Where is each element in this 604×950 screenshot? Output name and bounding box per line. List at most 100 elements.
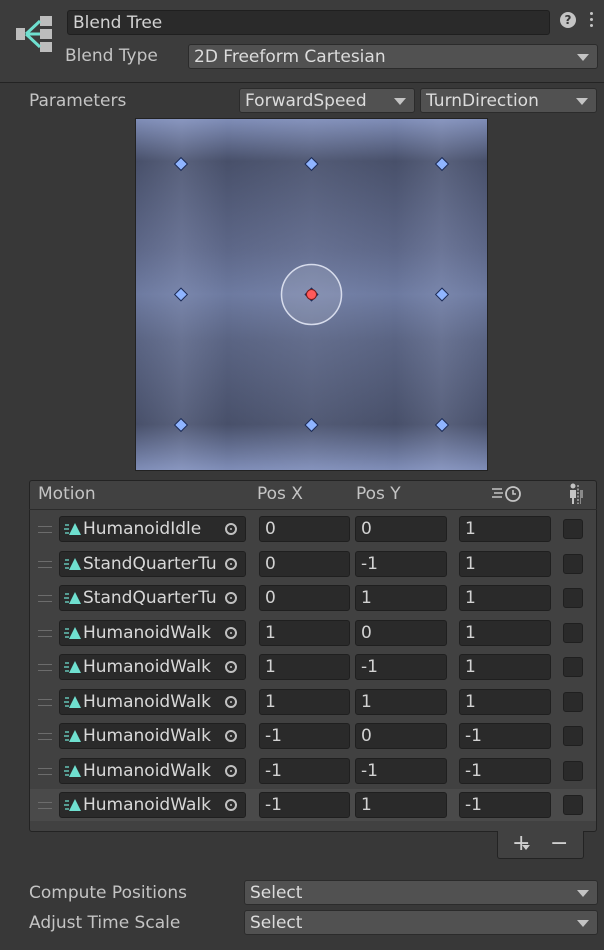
- object-picker-button[interactable]: [217, 724, 245, 748]
- pos-y-field[interactable]: 1: [355, 585, 447, 611]
- motion-object-field[interactable]: HumanoidWalk: [59, 723, 246, 749]
- adjust-time-scale-value: Select: [250, 912, 303, 933]
- motion-row[interactable]: HumanoidWalk -1 1 -1: [30, 789, 596, 821]
- motion-object-field[interactable]: HumanoidWalk: [59, 654, 246, 680]
- drag-handle[interactable]: [38, 526, 52, 533]
- motion-object-field[interactable]: StandQuarterTu: [59, 585, 246, 611]
- timescale-field[interactable]: -1: [459, 792, 551, 818]
- motion-object-field[interactable]: HumanoidWalk: [59, 792, 246, 818]
- mirror-checkbox[interactable]: [563, 726, 583, 746]
- object-picker-button[interactable]: [217, 586, 245, 610]
- pos-x-field[interactable]: -1: [259, 792, 350, 818]
- mirror-checkbox[interactable]: [563, 657, 583, 677]
- motion-object-field[interactable]: HumanoidWalk: [59, 620, 246, 646]
- motion-row[interactable]: HumanoidWalk -1 0 -1: [30, 720, 596, 752]
- pos-x-field[interactable]: -1: [259, 723, 350, 749]
- blend-space-graph[interactable]: [135, 118, 488, 471]
- motion-row[interactable]: HumanoidWalk 1 0 1: [30, 617, 596, 649]
- adjust-time-scale-dropdown[interactable]: Select: [244, 910, 598, 935]
- pos-x-field[interactable]: 0: [259, 516, 350, 542]
- motion-row[interactable]: StandQuarterTu 0 -1 1: [30, 548, 596, 580]
- object-picker-button[interactable]: [217, 793, 245, 817]
- blend-type-dropdown[interactable]: 2D Freeform Cartesian: [188, 44, 598, 69]
- timescale-field[interactable]: 1: [459, 654, 551, 680]
- drag-handle[interactable]: [38, 561, 52, 568]
- mirror-checkbox[interactable]: [563, 761, 583, 781]
- drag-handle[interactable]: [38, 699, 52, 706]
- motion-object-field[interactable]: HumanoidWalk: [59, 758, 246, 784]
- motion-object-field[interactable]: HumanoidIdle: [59, 516, 246, 542]
- blend-tree-name-field[interactable]: Blend Tree: [67, 10, 550, 35]
- parameter-y-dropdown[interactable]: TurnDirection: [420, 88, 597, 113]
- blend-point[interactable]: [434, 417, 450, 433]
- timescale-field[interactable]: 1: [459, 585, 551, 611]
- mirror-checkbox[interactable]: [563, 623, 583, 643]
- timescale-field[interactable]: 1: [459, 551, 551, 577]
- add-motion-button[interactable]: +: [512, 831, 530, 857]
- current-position-marker[interactable]: [306, 289, 317, 300]
- pos-x-field[interactable]: 1: [259, 620, 350, 646]
- pos-y-field[interactable]: 0: [355, 516, 447, 542]
- motion-object-field[interactable]: HumanoidWalk: [59, 689, 246, 715]
- object-picker-button[interactable]: [217, 655, 245, 679]
- pos-y-field[interactable]: 1: [355, 689, 447, 715]
- pos-y-field[interactable]: 1: [355, 792, 447, 818]
- timescale-field[interactable]: 1: [459, 516, 551, 542]
- blend-point[interactable]: [304, 156, 319, 172]
- animation-clip-icon: [64, 696, 81, 708]
- motion-row[interactable]: HumanoidIdle 0 0 1: [30, 513, 596, 545]
- compute-positions-label: Compute Positions: [29, 883, 187, 903]
- timescale-field[interactable]: 1: [459, 620, 551, 646]
- pos-x-field[interactable]: 1: [259, 654, 350, 680]
- timescale-field[interactable]: -1: [459, 723, 551, 749]
- blend-point[interactable]: [173, 287, 189, 302]
- object-picker-button[interactable]: [217, 690, 245, 714]
- mirror-checkbox[interactable]: [563, 519, 583, 539]
- blend-point[interactable]: [173, 156, 189, 172]
- drag-handle[interactable]: [38, 595, 52, 602]
- blend-point[interactable]: [173, 417, 189, 433]
- mirror-checkbox[interactable]: [563, 554, 583, 574]
- target-icon: [225, 799, 237, 811]
- object-picker-button[interactable]: [217, 552, 245, 576]
- drag-handle[interactable]: [38, 768, 52, 775]
- mirror-checkbox[interactable]: [563, 795, 583, 815]
- pos-x-field[interactable]: -1: [259, 758, 350, 784]
- drag-handle[interactable]: [38, 664, 52, 671]
- pos-y-field[interactable]: -1: [355, 551, 447, 577]
- question-icon[interactable]: ?: [560, 12, 576, 28]
- kebab-icon[interactable]: [590, 12, 594, 30]
- object-picker-button[interactable]: [217, 759, 245, 783]
- drag-handle[interactable]: [38, 630, 52, 637]
- motion-row[interactable]: StandQuarterTu 0 1 1: [30, 582, 596, 614]
- blend-point[interactable]: [304, 417, 319, 433]
- object-picker-button[interactable]: [217, 517, 245, 541]
- object-picker-button[interactable]: [217, 621, 245, 645]
- motion-row[interactable]: HumanoidWalk 1 1 1: [30, 686, 596, 718]
- pos-y-field[interactable]: 0: [355, 620, 447, 646]
- list-footer: + −: [497, 831, 584, 859]
- blend-point[interactable]: [434, 156, 450, 172]
- pos-y-field[interactable]: 0: [355, 723, 447, 749]
- pos-x-field[interactable]: 0: [259, 551, 350, 577]
- drag-handle[interactable]: [38, 733, 52, 740]
- drag-handle[interactable]: [38, 802, 52, 809]
- mirror-checkbox[interactable]: [563, 692, 583, 712]
- pos-y-field[interactable]: -1: [355, 654, 447, 680]
- mirror-checkbox[interactable]: [563, 588, 583, 608]
- compute-positions-dropdown[interactable]: Select: [244, 880, 598, 905]
- timescale-field[interactable]: -1: [459, 758, 551, 784]
- blend-point[interactable]: [434, 287, 450, 302]
- motion-row[interactable]: HumanoidWalk 1 -1 1: [30, 651, 596, 683]
- pos-x-field[interactable]: 0: [259, 585, 350, 611]
- parameter-x-dropdown[interactable]: ForwardSpeed: [239, 88, 415, 113]
- remove-motion-button[interactable]: −: [550, 831, 568, 857]
- pos-y-value: 0: [361, 726, 372, 746]
- pos-x-value: 0: [265, 588, 276, 608]
- pos-x-field[interactable]: 1: [259, 689, 350, 715]
- motion-object-field[interactable]: StandQuarterTu: [59, 551, 246, 577]
- pos-y-field[interactable]: -1: [355, 758, 447, 784]
- motion-row[interactable]: HumanoidWalk -1 -1 -1: [30, 755, 596, 787]
- timescale-field[interactable]: 1: [459, 689, 551, 715]
- timescale-value: 1: [465, 554, 476, 574]
